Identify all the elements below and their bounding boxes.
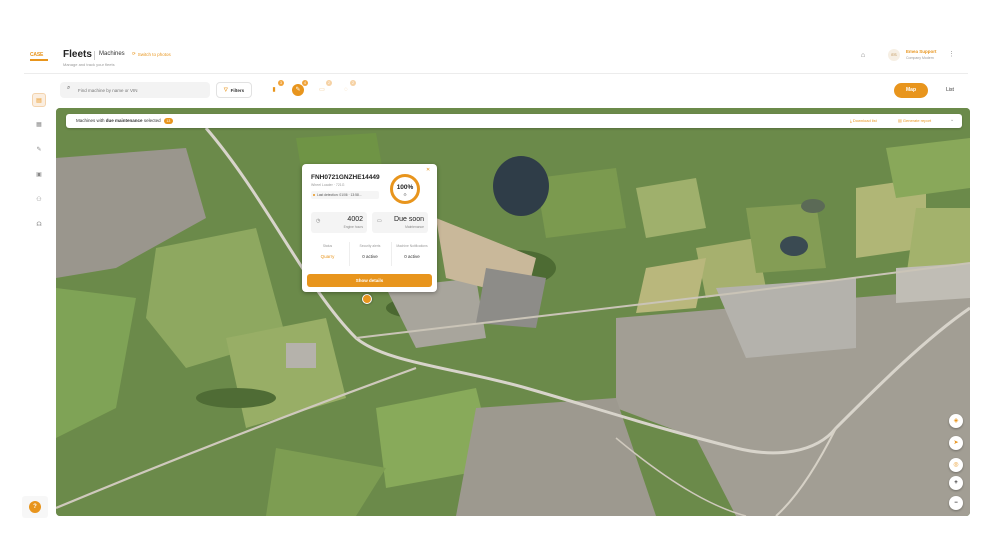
sidebar-item-fleets[interactable]: ▤ — [32, 93, 46, 107]
status-badge: 2 — [350, 80, 356, 86]
app-header: CASE Fleets Machines ⟳ Switch to photos … — [24, 44, 968, 74]
page-title: Fleets — [63, 49, 92, 60]
show-details-button[interactable]: Show details — [307, 274, 432, 287]
sidebar-item-tools[interactable]: ✎ — [32, 143, 46, 157]
avatar[interactable]: ES — [888, 49, 900, 61]
maintenance-value: Due soon — [394, 216, 424, 223]
zoom-in-button[interactable]: + — [949, 476, 963, 490]
clock-icon: ◷ — [316, 218, 321, 224]
search-box: ⌕ — [60, 82, 210, 98]
status-columns: Status Quarry Security alerts 0 active M… — [307, 242, 432, 266]
map-view-button[interactable]: Map — [894, 83, 928, 98]
map-imagery — [56, 108, 970, 516]
search-icon: ⌕ — [67, 85, 71, 91]
gauge-percent: 100% — [396, 184, 414, 191]
status-filter-machines[interactable]: ▮ 3 — [268, 80, 284, 96]
machine-marker[interactable] — [362, 294, 372, 304]
user-name[interactable]: Emea Support — [906, 49, 937, 54]
refresh-icon: ⟳ — [132, 51, 136, 56]
list-view-button[interactable]: List — [936, 83, 964, 98]
selection-banner: Machines with due maintenance selected 1… — [66, 114, 962, 128]
machine-notifications-column: Machine Notifications 0 active — [391, 242, 432, 266]
zoom-out-button[interactable]: − — [949, 496, 963, 510]
maintenance-label: Maintenance — [405, 225, 424, 229]
sidebar-item-grid[interactable]: ▦ — [32, 118, 46, 132]
user-org: Company Modern — [906, 56, 934, 60]
maintenance-gauge: 100% ⚙ — [390, 174, 420, 204]
status-column: Status Quarry — [320, 244, 335, 259]
machine-vin: FNH0721GNZHE14449 — [311, 174, 380, 181]
title-divider — [94, 51, 95, 60]
filters-button[interactable]: ▽ Filters — [216, 82, 252, 98]
engine-hours-value: 4002 — [347, 216, 363, 223]
machine-popup-card: FNH0721GNZHE14449 Wheel Loader · 721G La… — [302, 164, 437, 292]
sidebar: ▤ ▦ ✎ ▣ ⚇ ☊ — [24, 80, 54, 520]
more-vertical-icon[interactable]: ⋮ — [948, 50, 955, 58]
sidebar-item-reports[interactable]: ▣ — [32, 168, 46, 182]
machine-location: Last detection: 01/06 · 13:58... — [311, 191, 379, 199]
brand-logo[interactable]: CASE — [30, 52, 48, 61]
status-badge: 2 — [326, 80, 332, 86]
sidebar-item-users[interactable]: ⚇ — [32, 193, 46, 207]
close-icon[interactable]: ✕ — [426, 167, 430, 173]
download-list-link[interactable]: ⤓ Download list — [850, 118, 877, 123]
engine-hours-stat: ◷ 4002 Engine hours — [311, 212, 367, 233]
locate-icon[interactable]: ➤ — [949, 436, 963, 450]
banner-text: Machines with due maintenance selected 1… — [76, 118, 173, 124]
machine-model: Wheel Loader · 721G — [311, 183, 345, 187]
satellite-map[interactable]: Machines with due maintenance selected 1… — [56, 108, 970, 516]
filter-icon: ▽ — [223, 87, 228, 93]
wrench-icon: ▭ — [377, 218, 382, 224]
status-filter-warnings[interactable]: ◌ 2 — [340, 80, 356, 96]
maintenance-stat: ▭ Due soon Maintenance — [372, 212, 428, 233]
toolbar: ⌕ ▽ Filters ▮3 ✎4 ▭2 ◌2 Map List — [56, 80, 970, 102]
status-filter-maintenance[interactable]: ✎ 4 — [292, 80, 308, 96]
engine-hours-label: Engine hours — [343, 225, 363, 229]
switch-view-link[interactable]: ⟳ Switch to photos — [132, 51, 171, 57]
layers-icon[interactable]: ◈ — [949, 414, 963, 428]
generate-report-link[interactable]: ▤ Generate report — [898, 118, 931, 123]
status-badge: 4 — [302, 80, 308, 86]
home-icon[interactable]: ⌂ — [858, 51, 868, 61]
chevron-down-icon[interactable]: ⌄ — [950, 117, 954, 123]
help-button[interactable]: ? — [29, 501, 41, 513]
status-badge: 3 — [278, 80, 284, 86]
search-input[interactable] — [78, 85, 204, 95]
page-caption: Manage and track your fleets — [63, 62, 115, 67]
location-dot-icon — [313, 194, 315, 196]
page-subtitle: Machines — [99, 51, 125, 57]
security-alerts-column: Security alerts 0 active — [349, 242, 390, 266]
sidebar-item-support[interactable]: ☊ — [32, 218, 46, 232]
wrench-icon: ⚙ — [403, 192, 407, 197]
status-filter-alerts[interactable]: ▭ 2 — [316, 80, 332, 96]
compass-icon[interactable]: ◎ — [949, 458, 963, 472]
selection-count-badge: 13 — [163, 118, 173, 124]
